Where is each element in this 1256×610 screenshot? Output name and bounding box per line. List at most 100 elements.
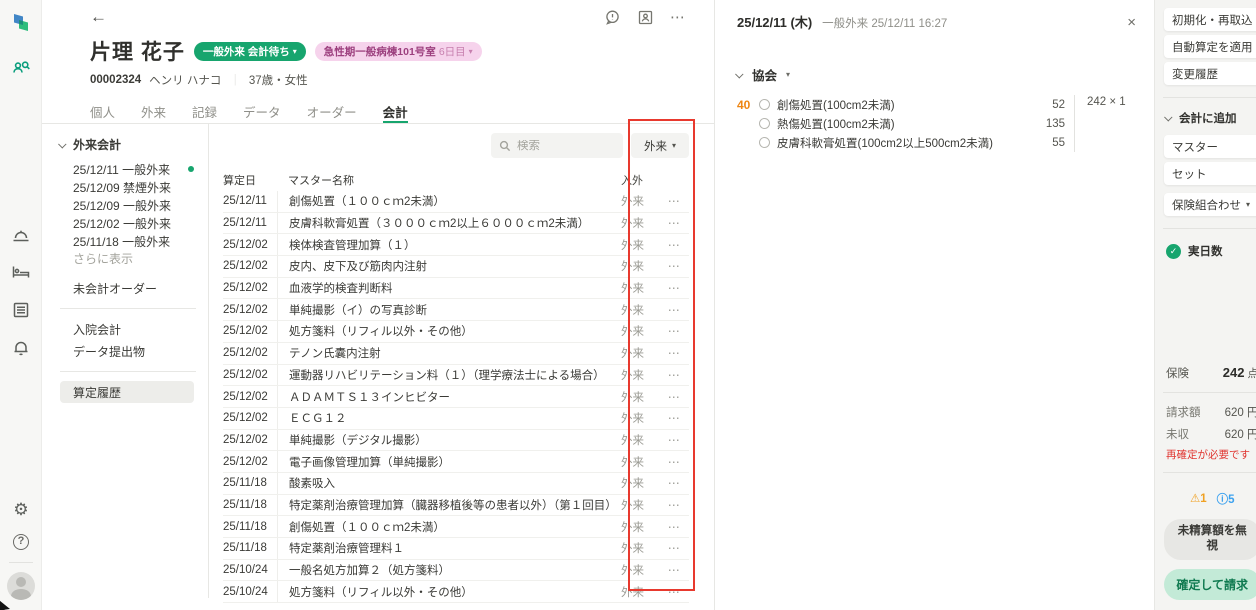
table-row[interactable]: 25/12/02 ＥＣＧ１２ 外来 ⋯: [223, 407, 689, 430]
chevron-down-icon: [58, 139, 67, 149]
row-menu-icon[interactable]: ⋯: [659, 259, 689, 273]
unaccounted-orders-link[interactable]: 未会計オーダー: [60, 277, 198, 299]
row-menu-icon[interactable]: ⋯: [659, 433, 689, 447]
row-menu-icon[interactable]: ⋯: [659, 541, 689, 555]
table-row[interactable]: 25/12/02 運動器リハビリテーション料（１）（理学療法士による場合） 外来…: [223, 364, 689, 387]
visit-item[interactable]: 25/12/02 一般外来: [60, 214, 198, 232]
table-row[interactable]: 25/11/18 酸素吸入 外来 ⋯: [223, 472, 689, 495]
close-icon[interactable]: ×: [1127, 15, 1136, 30]
alert-counts[interactable]: ⚠1 ⓘ5: [1164, 491, 1256, 507]
show-more-link[interactable]: さらに表示: [60, 250, 198, 268]
help-icon[interactable]: ?: [0, 534, 42, 550]
table-row[interactable]: 25/11/18 特定薬剤治療管理料１ 外来 ⋯: [223, 538, 689, 560]
item-radio[interactable]: [759, 137, 770, 148]
item-quantity: 40: [737, 97, 751, 112]
table-row[interactable]: 25/12/02 単純撮影（デジタル撮影） 外来 ⋯: [223, 429, 689, 452]
tab-item[interactable]: 記録: [192, 102, 217, 123]
actual-days-row[interactable]: ✓ 実日数: [1166, 243, 1256, 259]
records-list-icon[interactable]: [0, 300, 42, 320]
insurance-combination-button[interactable]: 保険組合わせ ▾: [1164, 193, 1256, 216]
row-menu-icon[interactable]: ⋯: [659, 498, 689, 512]
row-menu-icon[interactable]: ⋯: [659, 303, 689, 317]
user-avatar[interactable]: [7, 572, 35, 600]
inpatient-accounting-link[interactable]: 入院会計: [60, 318, 198, 340]
row-master-name: 検体検査管理加算（１）: [277, 234, 621, 256]
billed-amount: 620 円: [1224, 406, 1256, 419]
set-button[interactable]: セット: [1164, 162, 1256, 185]
ignore-unsettled-button[interactable]: 未精算額を無視: [1164, 518, 1256, 560]
row-menu-icon[interactable]: ⋯: [659, 411, 689, 425]
row-inout: 外来: [621, 261, 644, 274]
row-menu-icon[interactable]: ⋯: [659, 281, 689, 295]
app-logo-icon[interactable]: [0, 12, 42, 34]
confirm-billing-button[interactable]: 確定して請求: [1164, 569, 1256, 600]
table-row[interactable]: 25/12/11 皮膚科軟膏処置（３０００ｃｍ2以上６０００ｃｍ2未満） 外来 …: [223, 212, 689, 235]
table-row[interactable]: 25/10/24 一般名処方加算２（処方箋料） 外来 ⋯: [223, 559, 689, 582]
back-button[interactable]: ←: [90, 7, 107, 27]
apply-auto-calc-button[interactable]: 自動算定を適用: [1164, 35, 1256, 58]
row-menu-icon[interactable]: ⋯: [659, 346, 689, 360]
inpatient-bed-icon[interactable]: [0, 262, 42, 282]
row-menu-icon[interactable]: ⋯: [659, 455, 689, 469]
row-menu-icon[interactable]: ⋯: [659, 476, 689, 490]
tab-item[interactable]: 会計: [382, 102, 408, 123]
row-menu-icon[interactable]: ⋯: [659, 216, 689, 230]
outpatient-accounting-section[interactable]: 外来会計: [58, 136, 198, 153]
row-menu-icon[interactable]: ⋯: [659, 368, 689, 382]
table-row[interactable]: 25/12/02 ＡＤＡＭＴＳ１３インヒビター 外来 ⋯: [223, 386, 689, 408]
row-inout: 外来: [621, 478, 644, 491]
visit-item[interactable]: 25/12/11 一般外来: [60, 160, 198, 178]
item-name: 創傷処置(100cm2未満): [777, 99, 895, 112]
item-radio[interactable]: [759, 118, 770, 129]
reception-bell-icon[interactable]: [0, 225, 42, 245]
insurer-section-header[interactable]: 協会 ▾: [735, 65, 1136, 84]
table-row[interactable]: 25/12/02 血液学的検査判断料 外来 ⋯: [223, 277, 689, 300]
item-radio[interactable]: [759, 99, 770, 110]
id-card-icon[interactable]: [637, 9, 654, 26]
tab-item[interactable]: データ: [243, 102, 281, 123]
visit-item[interactable]: 25/12/09 一般外来: [60, 196, 198, 214]
row-menu-icon[interactable]: ⋯: [659, 390, 689, 404]
change-history-button[interactable]: 変更履歴: [1164, 62, 1256, 85]
table-row[interactable]: 25/12/02 テノン氏囊内注射 外来 ⋯: [223, 342, 689, 365]
row-menu-icon[interactable]: ⋯: [659, 238, 689, 252]
tab-item[interactable]: 個人: [90, 102, 115, 123]
table-row[interactable]: 25/10/24 処方箋料（リフィル以外・その他） 外来 ⋯: [223, 581, 689, 604]
settings-gear-icon[interactable]: ⚙: [0, 500, 42, 520]
search-box[interactable]: [491, 133, 623, 158]
table-row[interactable]: 25/12/02 処方箋料（リフィル以外・その他） 外来 ⋯: [223, 321, 689, 343]
table-row[interactable]: 25/11/18 創傷処置（１００ｃｍ2未満） 外来 ⋯: [223, 516, 689, 538]
table-row[interactable]: 25/12/02 検体検査管理加算（１） 外来 ⋯: [223, 234, 689, 257]
visit-item[interactable]: 25/12/09 禁煙外来: [60, 178, 198, 196]
inout-filter-dropdown[interactable]: 外来 ▾: [631, 133, 689, 158]
chevron-down-icon: [1164, 113, 1173, 122]
ward-badge[interactable]: 急性期一般病棟101号室 6日目 ▾: [314, 41, 482, 61]
notification-bell-icon[interactable]: [0, 337, 42, 357]
tab-item[interactable]: オーダー: [307, 102, 357, 123]
table-row[interactable]: 25/11/18 特定薬剤治療管理加算（臓器移植後等の患者以外）（第１回目） 外…: [223, 494, 689, 517]
tab-item[interactable]: 外来: [141, 102, 166, 123]
row-menu-icon[interactable]: ⋯: [659, 563, 689, 577]
table-row[interactable]: 25/12/02 電子画像管理加算（単純撮影） 外来 ⋯: [223, 451, 689, 473]
row-menu-icon[interactable]: ⋯: [659, 520, 689, 534]
row-menu-icon[interactable]: ⋯: [659, 324, 689, 338]
data-submission-link[interactable]: データ提出物: [60, 340, 198, 362]
row-menu-icon[interactable]: ⋯: [659, 194, 689, 208]
search-input[interactable]: [517, 139, 607, 152]
calc-history-link[interactable]: 算定履歴: [60, 381, 194, 403]
comment-alert-icon[interactable]: [604, 9, 621, 26]
visit-status-badge[interactable]: 一般外来 会計待ち ▾: [193, 41, 306, 61]
top-toolbar: ← ⋯: [42, 0, 714, 34]
table-row[interactable]: 25/12/11 創傷処置（１００ｃｍ2未満） 外来 ⋯: [223, 191, 689, 213]
visit-item[interactable]: 25/11/18 一般外来: [60, 232, 198, 250]
row-inout: 外来: [621, 586, 644, 599]
overflow-menu-icon[interactable]: ⋯: [670, 8, 686, 26]
reinitialize-button[interactable]: 初期化・再取込: [1164, 8, 1256, 31]
row-master-name: 酸素吸入: [277, 472, 621, 494]
master-button[interactable]: マスター: [1164, 135, 1256, 158]
patient-search-icon[interactable]: [0, 58, 42, 78]
table-row[interactable]: 25/12/02 皮内、皮下及び筋肉内注射 外来 ⋯: [223, 256, 689, 278]
add-to-accounting-section[interactable]: 会計に追加: [1164, 110, 1256, 126]
table-row[interactable]: 25/12/02 単純撮影（イ）の写真診断 外来 ⋯: [223, 299, 689, 322]
row-menu-icon[interactable]: ⋯: [659, 585, 689, 599]
